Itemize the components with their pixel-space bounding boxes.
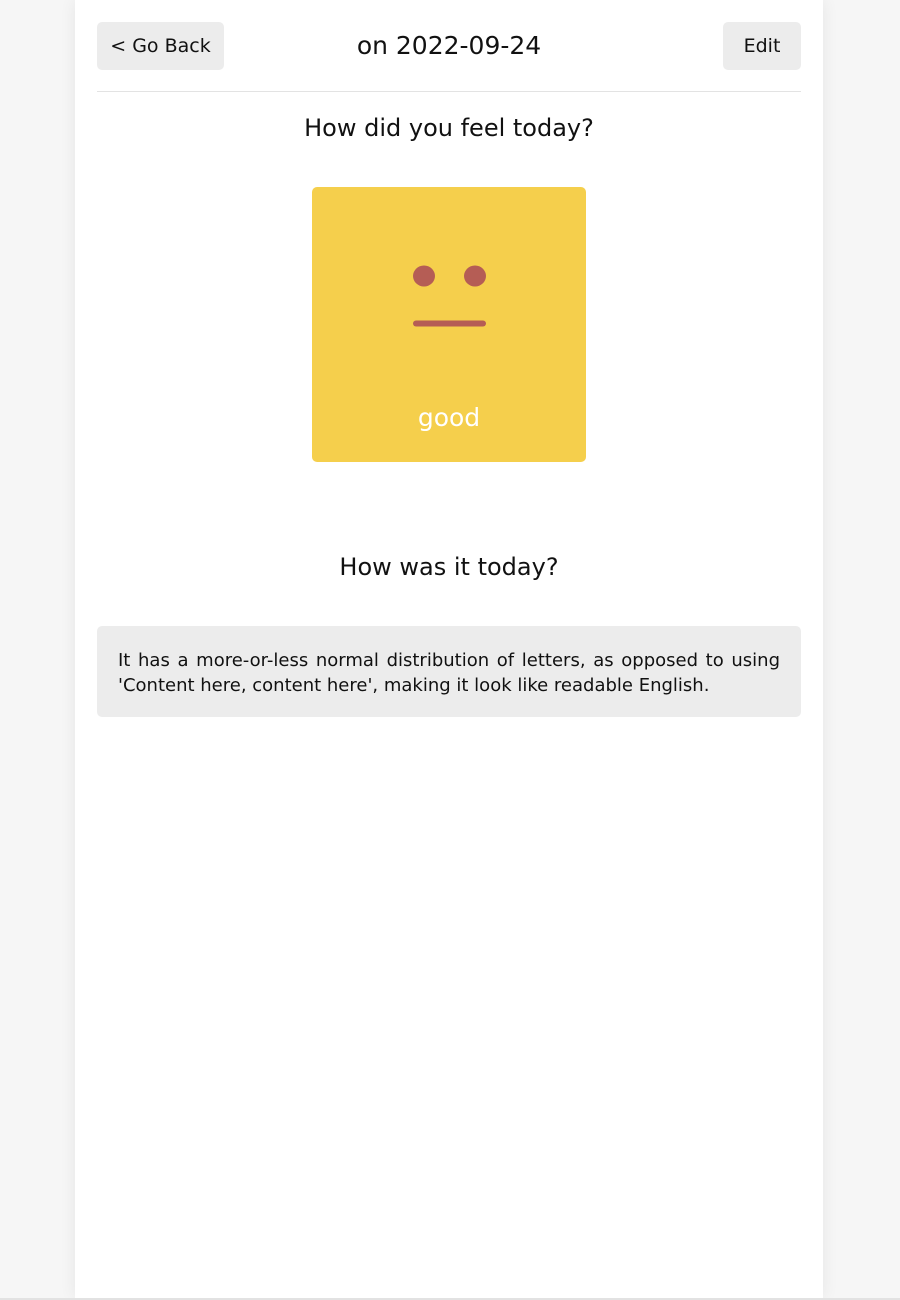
- diary-page: < Go Back on 2022-09-24 Edit How did you…: [75, 0, 823, 1298]
- emotion-question: How did you feel today?: [304, 114, 594, 142]
- diary-content-box: It has a more-or-less normal distributio…: [97, 626, 801, 717]
- emotion-label: good: [417, 403, 481, 432]
- diary-content-text: It has a more-or-less normal distributio…: [118, 650, 780, 696]
- edit-button[interactable]: Edit: [723, 22, 801, 70]
- emotion-card: good: [312, 187, 586, 462]
- neutral-face-icon: [413, 265, 486, 327]
- diary-question: How was it today?: [339, 553, 559, 581]
- go-back-button[interactable]: < Go Back: [97, 22, 224, 70]
- page-title: on 2022-09-24: [356, 31, 542, 60]
- header: < Go Back on 2022-09-24 Edit: [97, 22, 801, 70]
- header-divider: [97, 91, 801, 92]
